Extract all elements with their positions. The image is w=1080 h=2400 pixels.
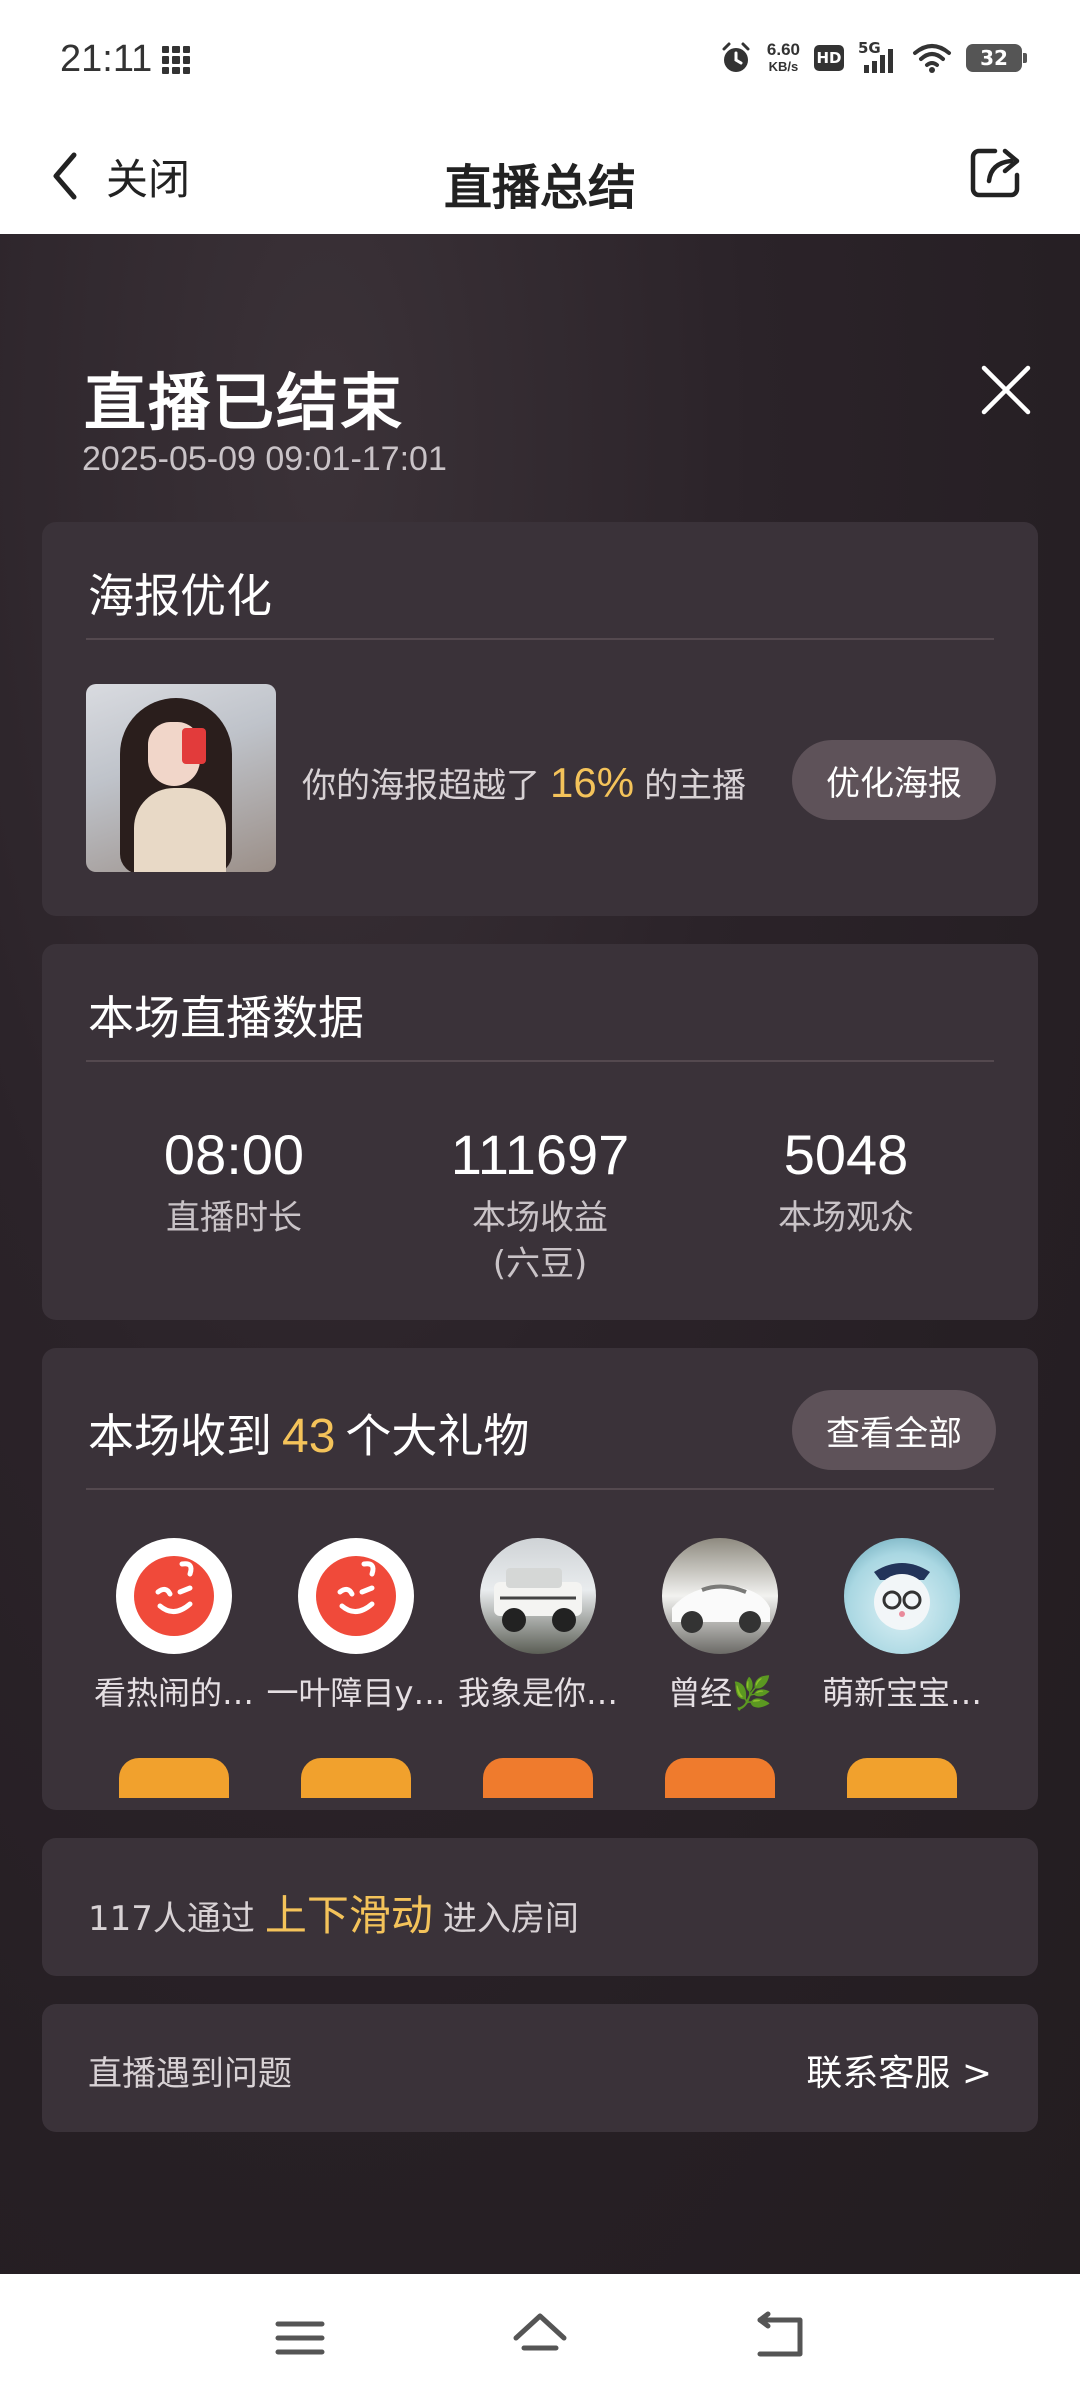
back-icon[interactable]: [750, 2308, 810, 2368]
live-time-range: 2025-05-09 09:01-17:01: [82, 440, 447, 478]
menu-icon[interactable]: [270, 2308, 330, 2368]
ended-title: 直播已结束: [84, 366, 405, 439]
gift-sender[interactable]: 看热闹的…: [84, 1538, 264, 1798]
stat-viewers: 5048 本场观众: [726, 1122, 966, 1241]
stat-value: 5048: [783, 1123, 909, 1186]
stat-label: 本场观众: [778, 1198, 914, 1238]
avatar: [298, 1538, 414, 1654]
stat-duration: 08:00 直播时长: [114, 1122, 354, 1241]
avatar: [662, 1538, 778, 1654]
app-grid-icon: [162, 46, 190, 74]
poster-text-before: 你的海报超越了: [302, 766, 540, 806]
level-badge: [847, 1758, 957, 1798]
swipe-entry-text: 117人通过 上下滑动 进入房间: [88, 1882, 579, 1943]
page-title: 直播总结: [443, 160, 636, 216]
status-icons: 6.60 KB/s HD 5G 32: [719, 36, 1027, 80]
gifts-title-after: 个大礼物: [345, 1409, 530, 1463]
wifi-icon: [913, 44, 951, 73]
avatar: [480, 1538, 596, 1654]
poster-percent: 16%: [550, 759, 635, 806]
gift-sender-name: 看热闹的…: [93, 1674, 254, 1712]
poster-thumbnail[interactable]: [86, 684, 276, 872]
speed-value: 6.60: [766, 40, 800, 59]
battery-icon: 32: [966, 44, 1027, 72]
app-logo-icon: [155, 1561, 194, 1614]
level-badge: [119, 1758, 229, 1798]
level-badge: [665, 1758, 775, 1798]
status-bar: 21:11 6.60 KB/s HD 5G 32: [0, 0, 1080, 118]
poster-card: 海报优化 你的海报超越了 16% 的主播 优化海报: [42, 522, 1038, 916]
gifts-title-before: 本场收到: [88, 1409, 272, 1463]
summary-content: 直播已结束 2025-05-09 09:01-17:01 海报优化 你的海报超越…: [0, 234, 1080, 2274]
divider: [86, 638, 994, 640]
stats-card: 本场直播数据 08:00 直播时长 111697 本场收益 (六豆) 5048 …: [42, 944, 1038, 1320]
stats-card-title: 本场直播数据: [88, 991, 364, 1045]
speed-unit: KB/s: [768, 59, 799, 74]
mouse-cartoon: [874, 1563, 930, 1630]
system-nav-bar: [0, 2274, 1080, 2400]
divider: [86, 1488, 994, 1490]
gift-sender[interactable]: 我象是你…: [448, 1538, 628, 1798]
share-icon: [970, 148, 1020, 198]
gift-sender-name: 萌新宝宝…: [821, 1674, 982, 1712]
home-icon[interactable]: [510, 2308, 570, 2368]
gifts-title: 本场收到 43 个大礼物: [88, 1400, 529, 1466]
swipe-entry-card: 117人通过 上下滑动 进入房间: [42, 1838, 1038, 1976]
gifts-count: 43: [282, 1410, 336, 1463]
car-photo: [672, 1584, 770, 1633]
level-badge: [301, 1758, 411, 1798]
gift-sender[interactable]: 萌新宝宝…: [812, 1538, 992, 1798]
poster-rank-text: 你的海报超越了 16% 的主播: [302, 758, 746, 807]
stat-earnings: 111697 本场收益 (六豆): [420, 1122, 660, 1287]
gift-sender[interactable]: 曾经🌿: [630, 1538, 810, 1798]
problem-card[interactable]: 直播遇到问题 联系客服 >: [42, 2004, 1038, 2132]
contact-support-link[interactable]: 联系客服 >: [806, 2044, 992, 2096]
problem-text: 直播遇到问题: [88, 2054, 292, 2094]
stat-value: 111697: [450, 1123, 630, 1186]
optimize-poster-button[interactable]: 优化海报: [792, 740, 996, 820]
swipe-highlight: 上下滑动: [264, 1891, 433, 1940]
stat-label: 本场收益 (六豆): [472, 1198, 608, 1284]
swipe-text-after: 进入房间: [442, 1899, 579, 1939]
poster-text-after: 的主播: [644, 766, 747, 806]
view-all-button[interactable]: 查看全部: [792, 1390, 996, 1470]
gift-senders-list: 看热闹的… 一叶障目y… 我象是你… 曾经🌿 萌新宝宝…: [42, 1538, 1038, 1810]
stat-label: 直播时长: [166, 1198, 302, 1238]
share-button[interactable]: [960, 136, 1032, 208]
gift-sender-name: 一叶障目y…: [266, 1674, 446, 1712]
status-time: 21:11: [60, 38, 153, 80]
avatar: [844, 1538, 960, 1654]
close-icon[interactable]: [974, 358, 1038, 422]
app-logo-icon: [337, 1561, 376, 1614]
gift-sender-name: 我象是你…: [457, 1674, 618, 1712]
gifts-card: 本场收到 43 个大礼物 查看全部 看热闹的… 一叶障目y… 我象是你… 曾经🌿…: [42, 1348, 1038, 1810]
avatar: [116, 1538, 232, 1654]
signal-icon: 5G: [858, 39, 898, 75]
gift-sender-name: 曾经🌿: [668, 1674, 772, 1712]
alarm-icon: [722, 42, 750, 72]
top-nav: 关闭 直播总结: [0, 118, 1080, 234]
swipe-text-before: 117人通过: [88, 1899, 255, 1939]
network-speed: 6.60 KB/s: [767, 41, 800, 75]
level-badge: [483, 1758, 593, 1798]
car-photo: [494, 1568, 582, 1632]
divider: [86, 1060, 994, 1062]
stat-value: 08:00: [163, 1123, 305, 1186]
gift-sender[interactable]: 一叶障目y…: [266, 1538, 446, 1798]
hd-icon: HD: [814, 45, 844, 71]
poster-card-title: 海报优化: [88, 569, 272, 623]
